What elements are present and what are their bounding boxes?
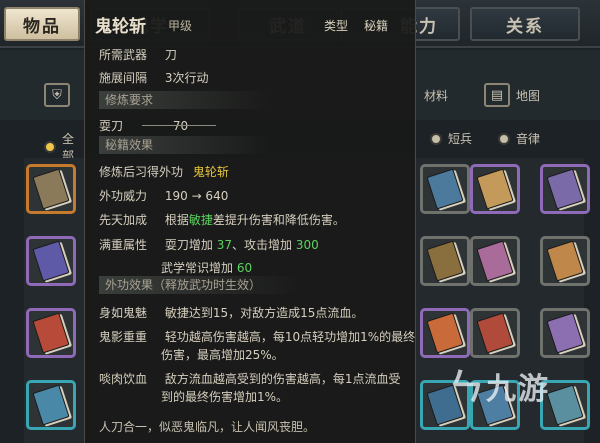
filter-music-label: 音律 — [516, 132, 541, 146]
mastery-a-value: 37 — [216, 238, 232, 252]
requirement-divider — [142, 125, 216, 126]
item-slot[interactable] — [420, 236, 470, 286]
tab-items[interactable]: 物品 — [4, 7, 80, 41]
item-grade: 甲级 — [168, 19, 193, 33]
item-slot[interactable] — [420, 308, 470, 358]
book-icon — [476, 312, 514, 354]
flavor-text: 人刀合一，似恶鬼临凡，让人闻风丧胆。 — [99, 420, 316, 434]
filter-short-weapon[interactable]: 短兵 — [430, 130, 472, 147]
book-icon — [32, 240, 70, 282]
effect-1-text: 敏捷达到15，对敌方造成15点流血。 — [164, 306, 364, 320]
mastery-c-value: 60 — [236, 261, 253, 275]
mastery-b-label: 、攻击增加 — [231, 238, 292, 252]
book-icon — [546, 168, 584, 210]
effect-row-3: 啖肉饮血 敌方流血越高受到的伤害越高，每1点流血受 — [99, 370, 400, 387]
item-slot[interactable] — [540, 236, 590, 286]
filter-music[interactable]: 音律 — [498, 130, 540, 147]
book-icon — [32, 312, 70, 354]
weapon-label: 所需武器 — [99, 48, 148, 62]
item-slot[interactable] — [26, 164, 76, 214]
radio-all[interactable] — [44, 141, 56, 153]
effect-row-1: 身如鬼魅 敏捷达到15，对敌方造成15点流血。 — [99, 304, 363, 321]
item-slot[interactable] — [540, 308, 590, 358]
innate-stat: 敏捷 — [188, 213, 213, 227]
effects-header: 秘籍效果 — [99, 136, 269, 154]
item-type-value: 秘籍 — [364, 19, 389, 33]
innate-prefix: 根据 — [164, 213, 189, 227]
item-slot[interactable] — [470, 236, 520, 286]
requirement-value: 70 — [172, 119, 189, 133]
radio-music[interactable] — [498, 132, 510, 145]
learn-label: 修炼后习得外功 — [99, 165, 184, 179]
map-icon: ▤ — [484, 83, 510, 107]
mastery-label: 满重属性 — [99, 238, 148, 252]
effect-3-line-2: 到的最终伤害增加1%。 — [161, 390, 289, 404]
item-slot[interactable] — [540, 164, 590, 214]
book-icon — [426, 168, 464, 210]
item-slot[interactable] — [26, 236, 76, 286]
mastery-a-label: 耍刀增加 — [164, 238, 213, 252]
item-slot[interactable] — [420, 164, 470, 214]
book-icon — [32, 384, 70, 426]
mastery-c-label: 武学常识增加 — [161, 261, 234, 275]
item-type-label: 类型 — [324, 19, 349, 33]
armor-icon: ⛨ — [44, 83, 70, 107]
item-slot[interactable] — [26, 380, 76, 430]
book-icon — [476, 168, 514, 210]
book-icon — [426, 312, 464, 354]
subtab-map-label: 地图 — [516, 88, 541, 103]
item-tooltip: 鬼轮斩 甲级 类型 秘籍 所需武器 刀 施展间隔 3次行动 修炼要求 耍刀 70… — [84, 0, 416, 443]
watermark-logo: ㄣ九游 — [448, 358, 550, 410]
book-icon — [476, 240, 514, 282]
effect-3-line-1: 敌方流血越高受到的伤害越高，每1点流血受 — [164, 372, 401, 386]
filter-short-weapon-label: 短兵 — [448, 132, 473, 146]
innate-row: 先天加成 根据敏捷差提升伤害和降低伤害。 — [99, 211, 345, 228]
learn-row: 修炼后习得外功 鬼轮斩 — [99, 163, 229, 180]
item-slot[interactable] — [26, 308, 76, 358]
learn-value: 鬼轮斩 — [192, 165, 229, 179]
innate-suffix: 差提升伤害和降低伤害。 — [212, 213, 345, 227]
mastery-b-value: 300 — [295, 238, 319, 252]
power-value: 190 → 640 — [164, 189, 229, 203]
effect-row-3b: 到的最终伤害增加1%。 — [161, 388, 288, 405]
effect-2-line-1: 轻功越高伤害越高，每10点轻功增加1%的最终 — [164, 330, 416, 344]
passive-effects-header: 外功效果（释放武功时生效） — [99, 276, 299, 294]
book-icon — [546, 384, 584, 426]
weapon-row: 所需武器 刀 — [99, 46, 177, 63]
interval-label: 施展间隔 — [99, 71, 148, 85]
subtab-equipment[interactable]: ⛨ — [44, 80, 70, 110]
interval-value: 3次行动 — [164, 71, 209, 85]
item-slot[interactable] — [470, 308, 520, 358]
subtab-materials-label: 材料 — [424, 88, 449, 103]
book-icon — [426, 240, 464, 282]
mastery-row-2: 武学常识增加 60 — [161, 259, 252, 276]
effect-row-2: 鬼影重重 轻功越高伤害越高，每10点轻功增加1%的最终 — [99, 328, 415, 345]
effect-row-2b: 伤害，最高增加25%。 — [161, 346, 284, 363]
effect-3-label: 啖肉饮血 — [99, 372, 148, 386]
innate-label: 先天加成 — [99, 213, 148, 227]
effect-2-label: 鬼影重重 — [99, 330, 148, 344]
book-icon — [546, 240, 584, 282]
book-icon — [32, 168, 70, 210]
power-label: 外功威力 — [99, 189, 148, 203]
watermark-mark-icon: ㄣ — [448, 367, 487, 408]
tab-relations[interactable]: 关系 — [470, 7, 580, 41]
requirements-header: 修炼要求 — [99, 91, 269, 109]
requirement-label: 耍刀 — [99, 119, 124, 133]
interval-row: 施展间隔 3次行动 — [99, 69, 208, 86]
item-slot[interactable] — [470, 164, 520, 214]
watermark-text: 九游 — [486, 372, 551, 407]
effect-1-label: 身如鬼魅 — [99, 306, 148, 320]
effect-2-line-2: 伤害，最高增加25%。 — [161, 348, 284, 362]
subtab-map[interactable]: ▤ 地图 — [484, 80, 540, 110]
power-row: 外功威力 190 → 640 — [99, 187, 228, 204]
book-icon — [546, 312, 584, 354]
mastery-row: 满重属性 耍刀增加 37、攻击增加 300 — [99, 236, 319, 253]
subtab-materials[interactable]: 材料 — [424, 80, 448, 110]
radio-short-weapon[interactable] — [430, 132, 442, 145]
weapon-value: 刀 — [164, 48, 177, 62]
item-name: 鬼轮斩 — [95, 17, 146, 37]
